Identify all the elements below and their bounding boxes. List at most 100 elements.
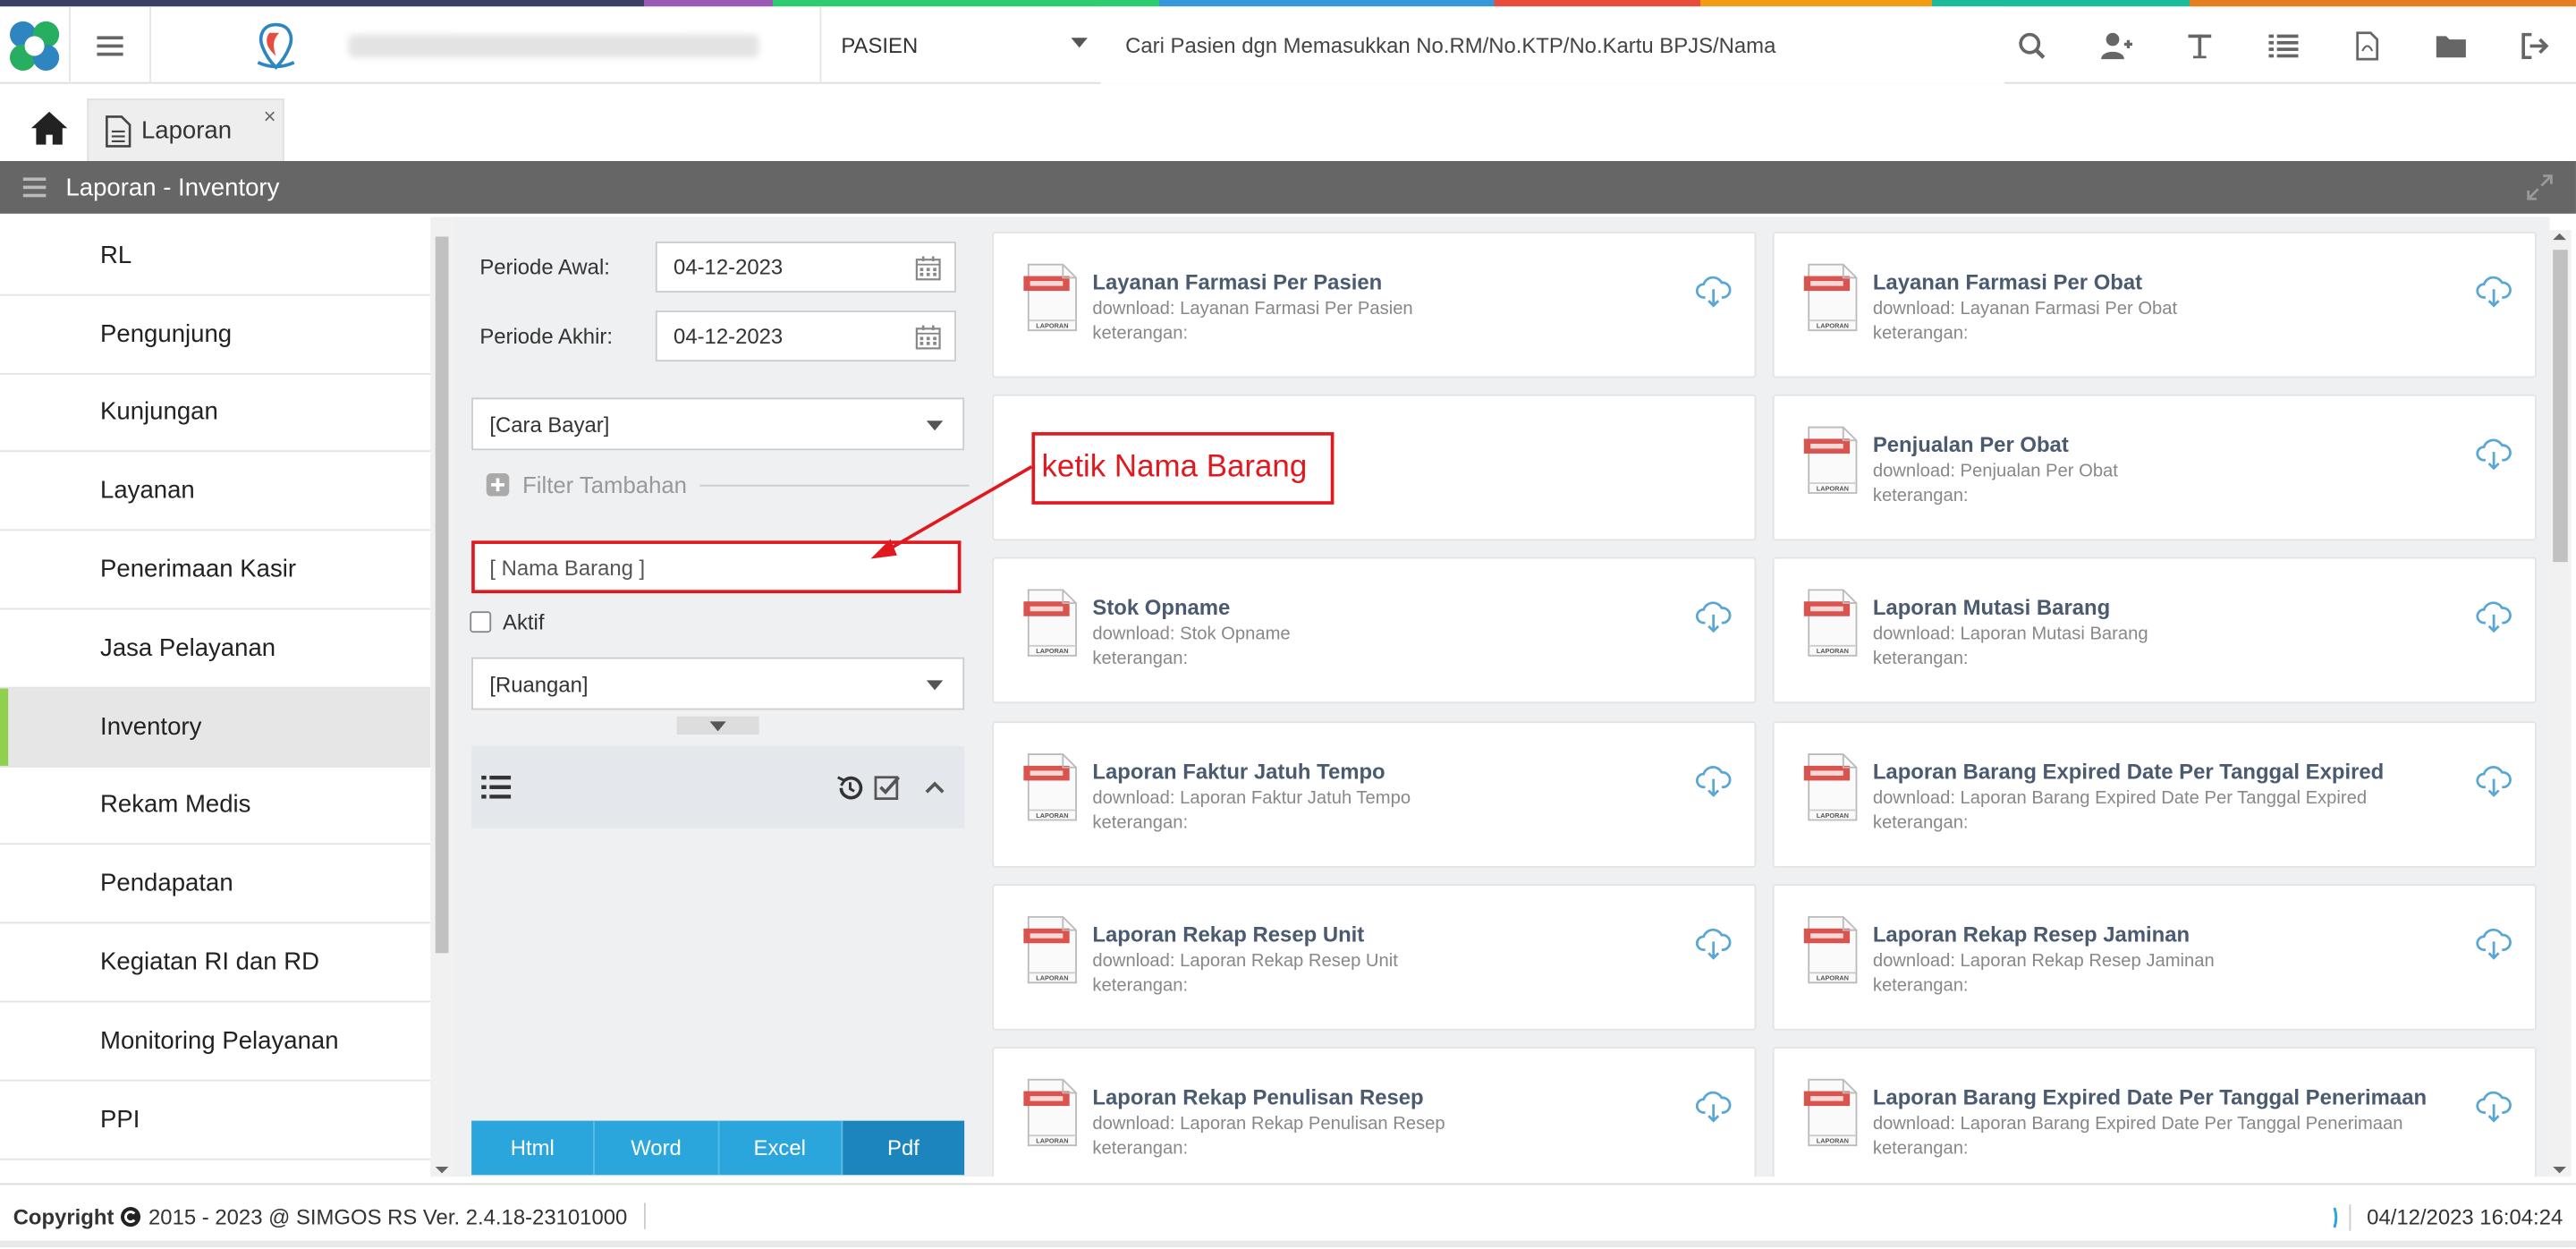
- report-title[interactable]: Laporan Rekap Resep Jaminan: [1873, 922, 2215, 947]
- folder-button[interactable]: [2409, 6, 2493, 83]
- periode-akhir-input[interactable]: 04-12-2023: [655, 310, 956, 362]
- report-info: Layanan Farmasi Per Pasien download: Laya…: [1092, 263, 1412, 377]
- cloud-download-icon: [1696, 928, 1732, 960]
- sidebar-item-kunjungan[interactable]: Kunjungan: [0, 374, 431, 453]
- sidebar-item-pendapatan[interactable]: Pendapatan: [0, 845, 431, 924]
- sidebar-item-rl[interactable]: RL: [0, 217, 431, 296]
- scrollbar-thumb[interactable]: [435, 236, 449, 954]
- sidebar-item-label: Layanan: [100, 477, 195, 506]
- text-button[interactable]: [2157, 6, 2241, 83]
- checkbox-box[interactable]: [470, 611, 492, 633]
- close-icon[interactable]: ×: [264, 104, 276, 129]
- sidebar-item-inventory[interactable]: Inventory: [0, 688, 431, 767]
- home-button[interactable]: [16, 98, 81, 157]
- search-type-select[interactable]: PASIEN: [821, 6, 1100, 83]
- pdf-button[interactable]: [2325, 6, 2409, 83]
- chevron-up-icon[interactable]: [925, 780, 945, 794]
- scrollbar-thumb[interactable]: [2553, 250, 2568, 563]
- report-card[interactable]: LAPORAN Laporan Rekap Resep Jaminan downlo…: [1772, 883, 2537, 1031]
- app-logo[interactable]: [0, 6, 69, 83]
- plus-square-icon: [486, 472, 510, 497]
- download-button[interactable]: [2476, 602, 2512, 643]
- add-user-button[interactable]: [2073, 6, 2157, 83]
- report-title[interactable]: Laporan Rekap Resep Unit: [1092, 922, 1397, 947]
- list-icon[interactable]: [481, 775, 512, 799]
- calendar-icon[interactable]: [915, 254, 941, 280]
- check-square-icon[interactable]: [874, 773, 902, 801]
- report-card[interactable]: LAPORAN Layanan Farmasi Per Obat download:…: [1772, 231, 2537, 378]
- export-html-button[interactable]: Html: [471, 1120, 596, 1176]
- collapse-filter-handle[interactable]: [676, 716, 759, 735]
- sidebar-scrollbar[interactable]: [430, 217, 453, 1177]
- export-excel-button[interactable]: Excel: [718, 1120, 843, 1176]
- calendar-icon[interactable]: [915, 323, 941, 349]
- report-card[interactable]: LAPORAN Laporan Mutasi Barang download: La…: [1772, 557, 2537, 704]
- report-keterangan: keterangan:: [1092, 650, 1189, 670]
- report-card[interactable]: LAPORAN Penjualan Per Obat download: Penju…: [1772, 395, 2537, 541]
- download-button[interactable]: [2476, 276, 2512, 318]
- nama-barang-input[interactable]: [ Nama Barang ]: [471, 540, 962, 594]
- export-word-button[interactable]: Word: [595, 1120, 719, 1176]
- report-document-icon: LAPORAN: [1803, 1078, 1858, 1147]
- sidebar-item-penerimaan-kasir[interactable]: Penerimaan Kasir: [0, 531, 431, 610]
- report-card[interactable]: LAPORAN Laporan Faktur Jatuh Tempo downloa…: [992, 720, 1757, 868]
- download-button[interactable]: [1695, 1091, 1732, 1133]
- download-button[interactable]: [1695, 602, 1732, 643]
- report-title[interactable]: Stok Opname: [1092, 596, 1290, 621]
- list-button[interactable]: [2241, 6, 2325, 83]
- report-title[interactable]: Layanan Farmasi Per Obat: [1873, 269, 2177, 294]
- sidebar-item-rekam-medis[interactable]: Rekam Medis: [0, 767, 431, 845]
- export-pdf-button[interactable]: Pdf: [842, 1120, 965, 1176]
- download-button[interactable]: [2476, 765, 2512, 806]
- filter-tambahan-label: Filter Tambahan: [522, 472, 687, 498]
- sidebar-item-jasa-pelayanan[interactable]: Jasa Pelayanan: [0, 609, 431, 689]
- report-card[interactable]: LAPORAN Laporan Rekap Resep Unit download:…: [992, 883, 1757, 1031]
- sidebar-item-layanan[interactable]: Layanan: [0, 453, 431, 531]
- report-card[interactable]: LAPORAN Laporan Barang Expired Date Per T…: [1772, 720, 2537, 868]
- report-title[interactable]: Laporan Rekap Penulisan Resep: [1092, 1084, 1445, 1109]
- report-title[interactable]: Laporan Mutasi Barang: [1873, 596, 2148, 621]
- filter-tambahan-toggle[interactable]: Filter Tambahan: [486, 472, 970, 498]
- sidebar-item-label: Inventory: [100, 712, 202, 741]
- hamburger-menu-button[interactable]: [69, 6, 151, 84]
- report-title[interactable]: Layanan Farmasi Per Pasien: [1092, 269, 1412, 294]
- report-card[interactable]: LAPORAN Laporan Barang Expired Date Per T…: [1772, 1046, 2537, 1177]
- download-button[interactable]: [1695, 765, 1732, 806]
- download-button[interactable]: [1695, 276, 1732, 318]
- periode-awal-input[interactable]: 04-12-2023: [655, 241, 956, 293]
- search-button[interactable]: [1989, 6, 2073, 83]
- aktif-checkbox[interactable]: Aktif: [470, 609, 544, 634]
- report-title[interactable]: Penjualan Per Obat: [1873, 432, 2118, 457]
- patient-search-input[interactable]: [1100, 6, 2004, 84]
- download-button[interactable]: [1695, 928, 1732, 969]
- scroll-down-arrow[interactable]: [2553, 1167, 2566, 1174]
- report-title[interactable]: Laporan Barang Expired Date Per Tanggal …: [1873, 1084, 2427, 1109]
- sidebar-item-monitoring-pelayanan[interactable]: Monitoring Pelayanan: [0, 1002, 431, 1082]
- report-card[interactable]: LAPORAN Laporan Rekap Penulisan Resep down…: [992, 1046, 1757, 1177]
- download-button[interactable]: [2476, 1091, 2512, 1133]
- report-keterangan: keterangan:: [1872, 650, 1969, 670]
- sidebar-item-kegiatan-ri-dan-rd[interactable]: Kegiatan RI dan RD: [0, 924, 431, 1003]
- scroll-up-arrow[interactable]: [2553, 233, 2566, 241]
- sidebar-item-ppi[interactable]: PPI: [0, 1081, 431, 1160]
- scroll-down-arrow[interactable]: [435, 1167, 449, 1174]
- report-title[interactable]: Laporan Barang Expired Date Per Tanggal …: [1873, 759, 2384, 784]
- ruangan-select[interactable]: [Ruangan]: [471, 657, 965, 710]
- logout-button[interactable]: [2492, 6, 2576, 83]
- panel-menu-button[interactable]: [22, 177, 47, 198]
- report-card[interactable]: LAPORAN Layanan Farmasi Per Pasien downloa…: [992, 231, 1757, 378]
- download-button[interactable]: [2476, 438, 2512, 480]
- report-title[interactable]: Laporan Faktur Jatuh Tempo: [1092, 759, 1411, 784]
- report-info: Layanan Farmasi Per Obat download: Layana…: [1873, 263, 2177, 377]
- download-button[interactable]: [2476, 928, 2512, 969]
- cara-bayar-select[interactable]: [Cara Bayar]: [471, 397, 965, 451]
- report-info: Laporan Barang Expired Date Per Tanggal …: [1873, 752, 2384, 865]
- sidebar-item-pengunjung[interactable]: Pengunjung: [0, 295, 431, 375]
- history-icon[interactable]: [836, 773, 864, 801]
- tab-laporan[interactable]: Laporan ×: [87, 98, 284, 161]
- report-document-icon: LAPORAN: [1023, 590, 1077, 658]
- report-card[interactable]: LAPORAN Stok Opname download: Stok Opname k…: [992, 557, 1757, 704]
- content-scrollbar[interactable]: [2549, 230, 2572, 1177]
- copyright-text: 2015 - 2023 @ SIMGOS RS Ver. 2.4.18-2310…: [148, 1203, 628, 1228]
- expand-button[interactable]: [2527, 174, 2553, 208]
